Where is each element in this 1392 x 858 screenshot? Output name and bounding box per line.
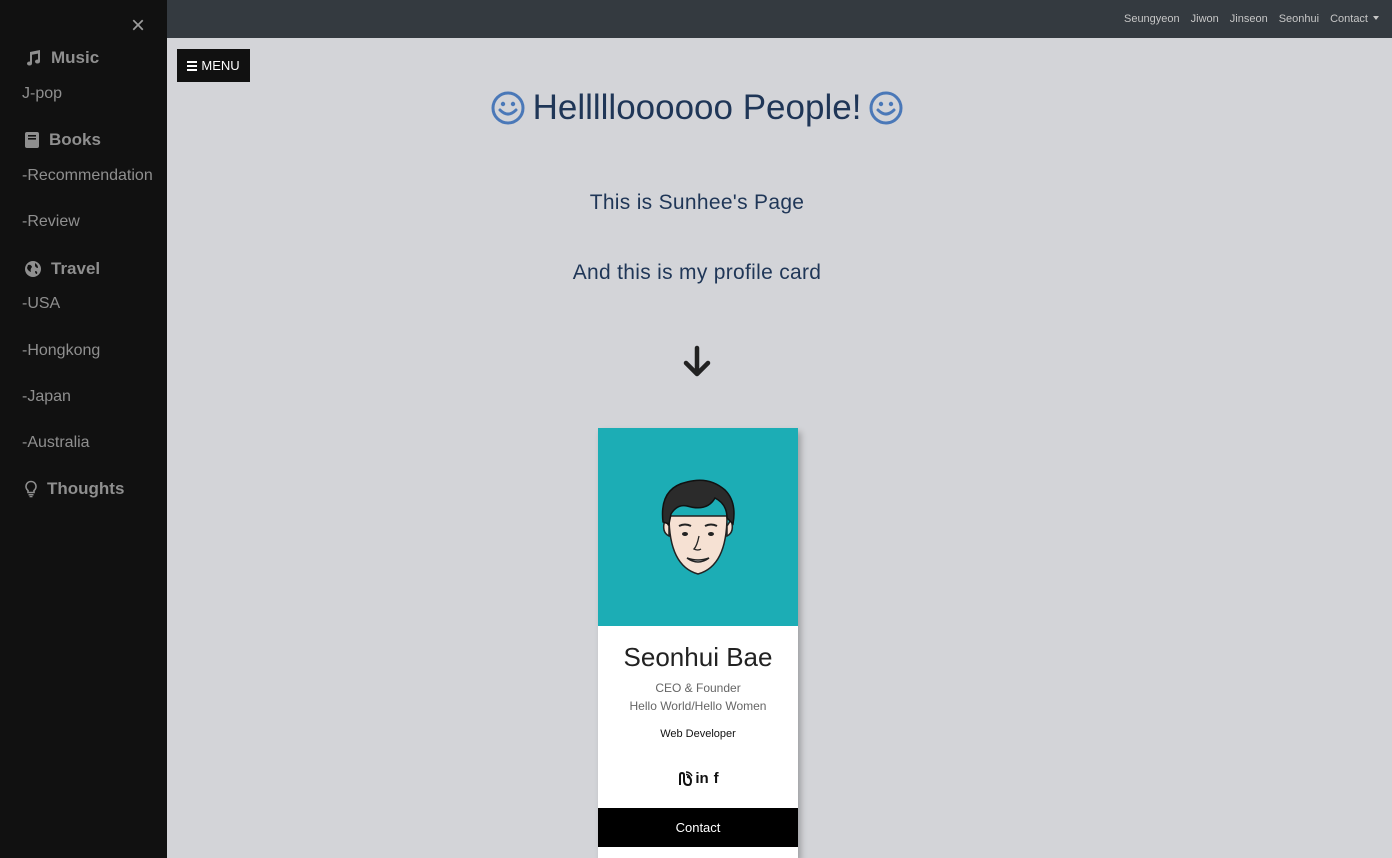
globe-icon — [25, 261, 41, 277]
nav-dropdown-contact[interactable]: Contact — [1330, 13, 1379, 25]
nav-link-seungyeon[interactable]: Seungyeon — [1124, 13, 1180, 25]
card-tagline: Hello World/Hello Women — [629, 699, 767, 713]
caret-down-icon — [1373, 16, 1379, 20]
nav-link-jinseon[interactable]: Jinseon — [1230, 13, 1268, 25]
arrow-down-icon — [683, 345, 711, 377]
page-title: Hellllloooooo People! — [167, 88, 1227, 128]
top-navbar: Seungyeon Jiwon Jinseon Seonhui Contact — [167, 0, 1392, 38]
profile-card: Seonhui Bae CEO & Founder Hello World/He… — [598, 428, 798, 858]
sidebar-section-label: Books — [49, 130, 101, 149]
nav-links: Seungyeon Jiwon Jinseon Seonhui Contact — [1113, 0, 1379, 38]
sidebar-section-books[interactable]: Books — [24, 130, 101, 150]
sidebar-item-australia[interactable]: -Australia — [22, 434, 90, 452]
sidebar-item-japan[interactable]: -Japan — [22, 388, 71, 406]
avatar — [661, 479, 735, 575]
sidebar-item-jpop[interactable]: J-pop — [22, 85, 62, 103]
linkedin-icon[interactable]: in — [695, 770, 708, 787]
nav-link-jiwon[interactable]: Jiwon — [1191, 13, 1219, 25]
card-job: Web Developer — [660, 728, 736, 740]
sidebar-item-review[interactable]: -Review — [22, 213, 80, 231]
dribbble-icon[interactable] — [677, 770, 693, 787]
sidebar-section-music[interactable]: Music — [24, 48, 99, 68]
sidebar-section-travel[interactable]: Travel — [24, 259, 100, 279]
lightbulb-icon — [25, 480, 37, 498]
smile-icon — [491, 91, 525, 125]
card-name: Seonhui Bae — [623, 642, 773, 672]
sidebar-section-label: Music — [51, 48, 100, 67]
sidebar-section-label: Thoughts — [47, 479, 125, 498]
social-links: in f — [598, 770, 798, 787]
intro-line: This is Sunhee's Page — [589, 191, 805, 214]
contact-button[interactable]: Contact — [598, 808, 798, 847]
sidebar-item-hongkong[interactable]: -Hongkong — [22, 342, 100, 360]
facebook-icon[interactable]: f — [714, 770, 719, 787]
hamburger-icon — [187, 59, 198, 73]
sidebar-item-usa[interactable]: -USA — [22, 295, 60, 313]
nav-link-seonhui[interactable]: Seonhui — [1279, 13, 1319, 25]
menu-button[interactable]: MENU — [177, 49, 250, 82]
music-icon — [27, 50, 41, 66]
close-icon[interactable]: × — [128, 14, 148, 38]
book-icon — [25, 132, 39, 148]
sidebar-item-recommendation[interactable]: -Recommendation — [22, 167, 153, 185]
nav-dropdown-label: Contact — [1330, 13, 1368, 25]
menu-button-label: MENU — [201, 58, 240, 73]
sidebar: × Music J-pop Books -Recommendation -Rev… — [0, 0, 167, 858]
sidebar-section-thoughts[interactable]: Thoughts — [24, 479, 124, 499]
profile-card-intro: And this is my profile card — [572, 261, 822, 284]
page-title-text: Hellllloooooo People! — [532, 88, 862, 127]
card-role: CEO & Founder — [655, 681, 741, 695]
sidebar-section-label: Travel — [51, 259, 101, 278]
smile-icon — [869, 91, 903, 125]
card-header — [598, 428, 798, 626]
